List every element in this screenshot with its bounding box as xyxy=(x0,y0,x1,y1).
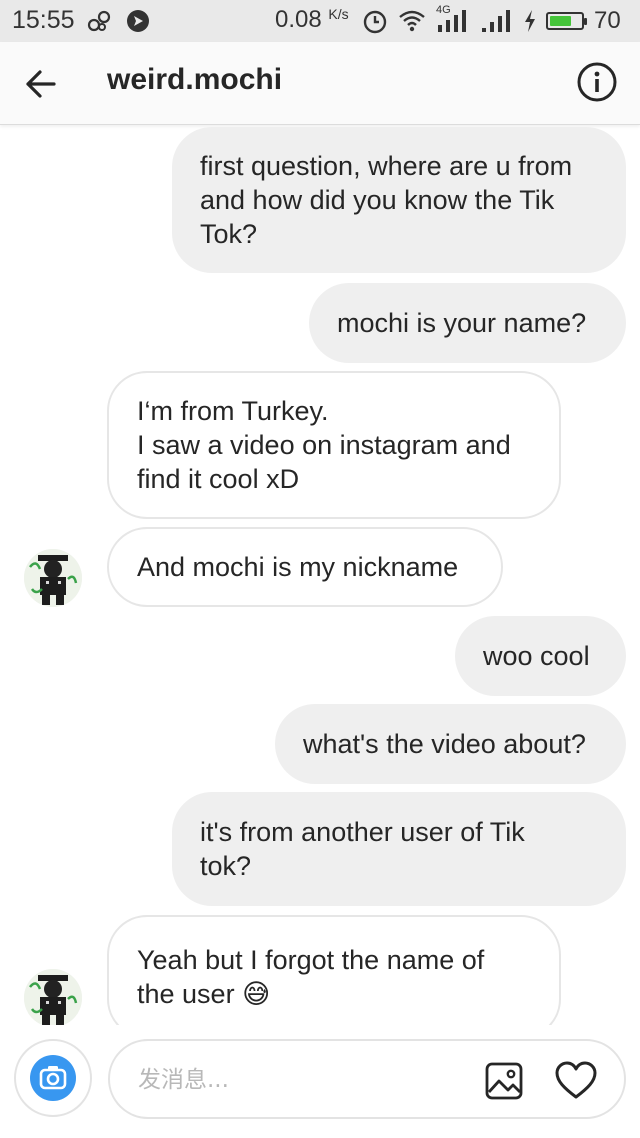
battery-icon xyxy=(546,12,587,30)
status-left-icons xyxy=(86,8,150,34)
message-bubble-outgoing[interactable]: what's the video about? xyxy=(275,704,626,784)
image-gallery-icon[interactable] xyxy=(484,1061,524,1101)
info-circle-icon[interactable] xyxy=(576,61,618,103)
status-right-icons: 4G 70 xyxy=(362,4,621,35)
chat-header: weird.mochi xyxy=(0,42,640,125)
message-text: mochi is your name? xyxy=(337,308,587,338)
camera-button-fill xyxy=(30,1055,76,1101)
heart-icon[interactable] xyxy=(554,1059,598,1103)
message-bubble-incoming[interactable]: I‘m from Turkey. I saw a video on instag… xyxy=(107,371,561,519)
message-text: I‘m from Turkey. I saw a video on instag… xyxy=(137,396,511,494)
link-icon xyxy=(87,10,111,32)
signal-strength-icon-2 xyxy=(482,10,510,32)
arrow-left-icon[interactable] xyxy=(22,64,62,104)
camera-button[interactable] xyxy=(14,1039,92,1117)
network-speed-value: 0.08 xyxy=(275,6,322,33)
message-input[interactable] xyxy=(136,1059,460,1101)
avatar-image xyxy=(24,969,82,1025)
message-text: Yeah but I forgot the name of the user 😅 xyxy=(137,943,484,1012)
avatar[interactable] xyxy=(24,549,82,607)
alarm-clock-icon xyxy=(363,10,387,34)
signal-4g: 4G xyxy=(436,4,470,34)
status-time: 15:55 xyxy=(12,6,75,34)
sweat-smile-emoji: 😅 xyxy=(242,978,271,1010)
message-bubble-outgoing[interactable]: woo cool xyxy=(455,616,626,696)
message-bubble-outgoing[interactable]: it's from another user of Tik tok? xyxy=(172,792,626,906)
location-badge-icon xyxy=(127,10,149,32)
message-bubble-outgoing[interactable]: first question, where are u from and how… xyxy=(172,127,626,273)
message-text: first question, where are u from and how… xyxy=(200,151,573,249)
chat-title[interactable]: weird.mochi xyxy=(107,63,282,97)
message-input-box[interactable] xyxy=(108,1039,626,1119)
battery-fill xyxy=(550,16,571,26)
message-list[interactable]: first question, where are u from and how… xyxy=(0,125,640,1025)
status-bar: 15:55 0.08 K/s 4G 70 xyxy=(0,0,640,42)
avatar-image xyxy=(24,549,82,607)
camera-icon xyxy=(39,1066,67,1090)
network-speed-unit: K/s xyxy=(328,6,349,22)
message-text-body: Yeah but I forgot the name of the user xyxy=(137,944,485,1009)
avatar[interactable] xyxy=(24,969,82,1025)
message-text: And mochi is my nickname xyxy=(137,552,459,582)
message-bubble-incoming[interactable]: And mochi is my nickname xyxy=(107,527,503,607)
wifi-icon xyxy=(399,10,425,32)
network-speed: 0.08 K/s xyxy=(275,6,349,34)
charging-bolt-icon xyxy=(525,10,535,32)
message-bubble-incoming[interactable]: Yeah but I forgot the name of the user 😅 xyxy=(107,915,561,1025)
message-text: it's from another user of Tik tok? xyxy=(200,817,525,881)
message-text: what's the video about? xyxy=(303,729,586,759)
message-composer xyxy=(0,1025,640,1138)
message-text: woo cool xyxy=(483,641,590,671)
signal-strength-icon xyxy=(438,10,466,32)
message-bubble-outgoing[interactable]: mochi is your name? xyxy=(309,283,626,363)
battery-level: 70 xyxy=(594,7,621,34)
